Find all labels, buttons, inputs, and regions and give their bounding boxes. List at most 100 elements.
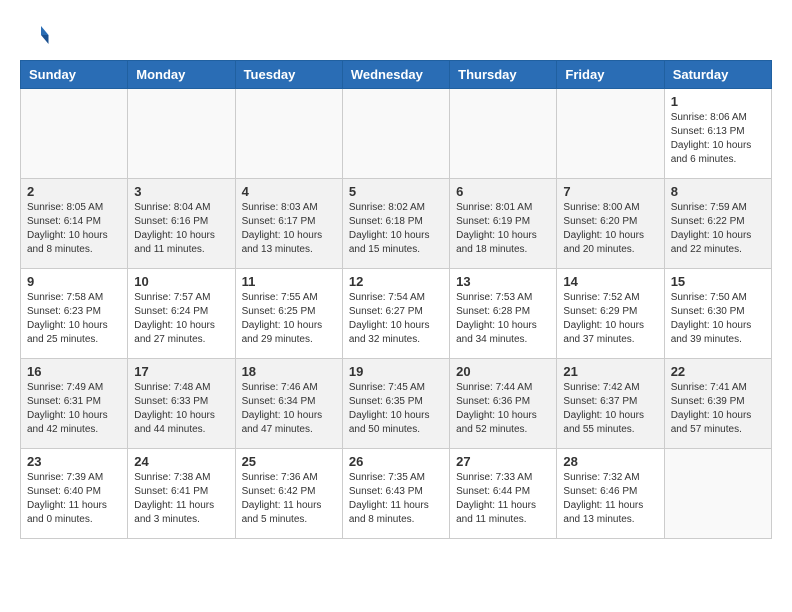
calendar-day: 15 Sunrise: 7:50 AM Sunset: 6:30 PM Dayli… [664, 269, 771, 359]
calendar-week-1: 1 Sunrise: 8:06 AM Sunset: 6:13 PM Daylig… [21, 89, 772, 179]
calendar-table: SundayMondayTuesdayWednesdayThursdayFrid… [20, 60, 772, 539]
calendar-day: 4 Sunrise: 8:03 AM Sunset: 6:17 PM Daylig… [235, 179, 342, 269]
calendar-day [235, 89, 342, 179]
day-number: 18 [242, 364, 336, 379]
column-header-wednesday: Wednesday [342, 61, 449, 89]
day-number: 7 [563, 184, 657, 199]
day-number: 5 [349, 184, 443, 199]
day-info: Sunrise: 7:32 AM Sunset: 6:46 PM Dayligh… [563, 471, 657, 527]
day-info: Sunrise: 7:54 AM Sunset: 6:27 PM Dayligh… [349, 291, 443, 347]
column-header-saturday: Saturday [664, 61, 771, 89]
calendar-day: 21 Sunrise: 7:42 AM Sunset: 6:37 PM Dayli… [557, 359, 664, 449]
calendar-day: 1 Sunrise: 8:06 AM Sunset: 6:13 PM Daylig… [664, 89, 771, 179]
calendar-day: 8 Sunrise: 7:59 AM Sunset: 6:22 PM Daylig… [664, 179, 771, 269]
calendar-day: 20Sunrise: 7:44 AM Sunset: 6:36 PM Dayli… [450, 359, 557, 449]
day-number: 17 [134, 364, 228, 379]
day-info: Sunrise: 8:03 AM Sunset: 6:17 PM Dayligh… [242, 201, 336, 257]
calendar-day: 7 Sunrise: 8:00 AM Sunset: 6:20 PM Daylig… [557, 179, 664, 269]
calendar-day [450, 89, 557, 179]
day-info: Sunrise: 7:33 AM Sunset: 6:44 PM Dayligh… [456, 471, 550, 527]
calendar-day: 18 Sunrise: 7:46 AM Sunset: 6:34 PM Dayli… [235, 359, 342, 449]
calendar-day: 6 Sunrise: 8:01 AM Sunset: 6:19 PM Daylig… [450, 179, 557, 269]
day-info: Sunrise: 8:06 AM Sunset: 6:13 PM Dayligh… [671, 111, 765, 167]
logo [20, 20, 54, 50]
day-info: Sunrise: 7:45 AM Sunset: 6:35 PM Dayligh… [349, 381, 443, 437]
day-info: Sunrise: 7:50 AM Sunset: 6:30 PM Dayligh… [671, 291, 765, 347]
day-number: 13 [456, 274, 550, 289]
calendar-day: 16 Sunrise: 7:49 AM Sunset: 6:31 PM Dayli… [21, 359, 128, 449]
calendar-week-4: 16 Sunrise: 7:49 AM Sunset: 6:31 PM Dayli… [21, 359, 772, 449]
day-info: Sunrise: 7:58 AM Sunset: 6:23 PM Dayligh… [27, 291, 121, 347]
day-info: Sunrise: 7:39 AM Sunset: 6:40 PM Dayligh… [27, 471, 121, 527]
day-info: Sunrise: 7:52 AM Sunset: 6:29 PM Dayligh… [563, 291, 657, 347]
day-number: 27 [456, 454, 550, 469]
day-number: 6 [456, 184, 550, 199]
day-info: Sunrise: 7:42 AM Sunset: 6:37 PM Dayligh… [563, 381, 657, 437]
day-number: 21 [563, 364, 657, 379]
day-number: 9 [27, 274, 121, 289]
day-number: 16 [27, 364, 121, 379]
calendar-day: 14 Sunrise: 7:52 AM Sunset: 6:29 PM Dayli… [557, 269, 664, 359]
day-info: Sunrise: 8:02 AM Sunset: 6:18 PM Dayligh… [349, 201, 443, 257]
calendar-day: 2 Sunrise: 8:05 AM Sunset: 6:14 PM Daylig… [21, 179, 128, 269]
day-number: 11 [242, 274, 336, 289]
day-number: 2 [27, 184, 121, 199]
day-number: 12 [349, 274, 443, 289]
day-info: Sunrise: 8:00 AM Sunset: 6:20 PM Dayligh… [563, 201, 657, 257]
calendar-week-3: 9 Sunrise: 7:58 AM Sunset: 6:23 PM Daylig… [21, 269, 772, 359]
day-info: Sunrise: 8:01 AM Sunset: 6:19 PM Dayligh… [456, 201, 550, 257]
day-info: Sunrise: 7:49 AM Sunset: 6:31 PM Dayligh… [27, 381, 121, 437]
calendar-day [342, 89, 449, 179]
calendar-day: 25Sunrise: 7:36 AM Sunset: 6:42 PM Dayli… [235, 449, 342, 539]
day-number: 19 [349, 364, 443, 379]
calendar-day: 3Sunrise: 8:04 AM Sunset: 6:16 PM Daylig… [128, 179, 235, 269]
day-number: 24 [134, 454, 228, 469]
calendar-day: 19 Sunrise: 7:45 AM Sunset: 6:35 PM Dayli… [342, 359, 449, 449]
day-info: Sunrise: 7:38 AM Sunset: 6:41 PM Dayligh… [134, 471, 228, 527]
day-info: Sunrise: 7:59 AM Sunset: 6:22 PM Dayligh… [671, 201, 765, 257]
column-header-monday: Monday [128, 61, 235, 89]
day-number: 10 [134, 274, 228, 289]
column-header-sunday: Sunday [21, 61, 128, 89]
day-info: Sunrise: 7:55 AM Sunset: 6:25 PM Dayligh… [242, 291, 336, 347]
column-header-friday: Friday [557, 61, 664, 89]
calendar-week-5: 23 Sunrise: 7:39 AM Sunset: 6:40 PM Dayli… [21, 449, 772, 539]
day-info: Sunrise: 8:04 AM Sunset: 6:16 PM Dayligh… [134, 201, 228, 257]
page-header [20, 20, 772, 50]
calendar-day: 23 Sunrise: 7:39 AM Sunset: 6:40 PM Dayli… [21, 449, 128, 539]
calendar-day: 22 Sunrise: 7:41 AM Sunset: 6:39 PM Dayli… [664, 359, 771, 449]
calendar-day: 5 Sunrise: 8:02 AM Sunset: 6:18 PM Daylig… [342, 179, 449, 269]
calendar-header-row: SundayMondayTuesdayWednesdayThursdayFrid… [21, 61, 772, 89]
calendar-day [664, 449, 771, 539]
day-info: Sunrise: 7:53 AM Sunset: 6:28 PM Dayligh… [456, 291, 550, 347]
calendar-day: 11 Sunrise: 7:55 AM Sunset: 6:25 PM Dayli… [235, 269, 342, 359]
calendar-day [557, 89, 664, 179]
calendar-day: 10Sunrise: 7:57 AM Sunset: 6:24 PM Dayli… [128, 269, 235, 359]
day-info: Sunrise: 7:48 AM Sunset: 6:33 PM Dayligh… [134, 381, 228, 437]
day-number: 22 [671, 364, 765, 379]
day-info: Sunrise: 7:44 AM Sunset: 6:36 PM Dayligh… [456, 381, 550, 437]
day-number: 28 [563, 454, 657, 469]
day-number: 23 [27, 454, 121, 469]
calendar-day: 12 Sunrise: 7:54 AM Sunset: 6:27 PM Dayli… [342, 269, 449, 359]
column-header-tuesday: Tuesday [235, 61, 342, 89]
day-info: Sunrise: 7:41 AM Sunset: 6:39 PM Dayligh… [671, 381, 765, 437]
column-header-thursday: Thursday [450, 61, 557, 89]
calendar-day: 24 Sunrise: 7:38 AM Sunset: 6:41 PM Dayli… [128, 449, 235, 539]
day-number: 4 [242, 184, 336, 199]
day-number: 8 [671, 184, 765, 199]
logo-icon [20, 20, 50, 50]
day-info: Sunrise: 7:46 AM Sunset: 6:34 PM Dayligh… [242, 381, 336, 437]
day-number: 1 [671, 94, 765, 109]
calendar-week-2: 2 Sunrise: 8:05 AM Sunset: 6:14 PM Daylig… [21, 179, 772, 269]
calendar-day [128, 89, 235, 179]
calendar-day: 9 Sunrise: 7:58 AM Sunset: 6:23 PM Daylig… [21, 269, 128, 359]
calendar-day: 28 Sunrise: 7:32 AM Sunset: 6:46 PM Dayli… [557, 449, 664, 539]
day-info: Sunrise: 7:36 AM Sunset: 6:42 PM Dayligh… [242, 471, 336, 527]
day-number: 26 [349, 454, 443, 469]
day-number: 14 [563, 274, 657, 289]
calendar-day: 26Sunrise: 7:35 AM Sunset: 6:43 PM Dayli… [342, 449, 449, 539]
calendar-day: 13 Sunrise: 7:53 AM Sunset: 6:28 PM Dayli… [450, 269, 557, 359]
day-number: 15 [671, 274, 765, 289]
day-info: Sunrise: 8:05 AM Sunset: 6:14 PM Dayligh… [27, 201, 121, 257]
